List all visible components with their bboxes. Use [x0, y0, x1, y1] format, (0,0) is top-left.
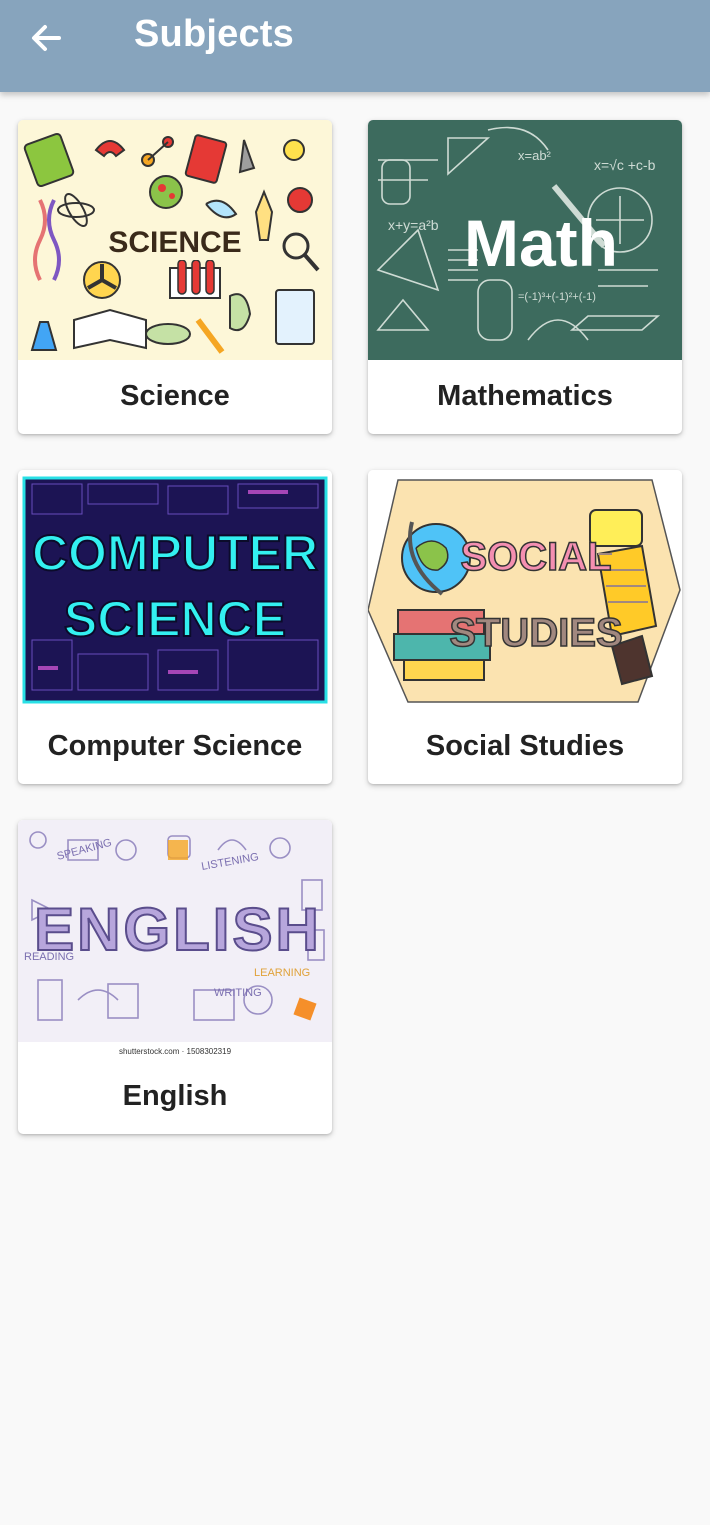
subject-label: Science	[120, 380, 230, 412]
subject-label: Social Studies	[425, 730, 625, 762]
svg-text:x=ab²: x=ab²	[518, 148, 552, 163]
subject-label: Computer Science	[47, 730, 303, 762]
english-image: SPEAKING LISTENING READING LEARNING WRIT…	[18, 820, 332, 1060]
svg-text:x+y=a²b: x+y=a²b	[388, 217, 439, 233]
english-image-text: ENGLISH	[34, 896, 322, 963]
science-image: SCIENCE	[18, 120, 332, 360]
subject-card-computer-science[interactable]: COMPUTER SCIENCE Computer Science	[18, 470, 332, 784]
subject-card-mathematics[interactable]: x+y=a²b x=ab² x=√c +c-b =(-1)³+(-1)²+(-1…	[368, 120, 682, 434]
ss-image-text-2: STUDIES	[449, 611, 622, 655]
subject-card-science[interactable]: SCIENCE Science	[18, 120, 332, 434]
computer-science-image: COMPUTER SCIENCE	[18, 470, 332, 710]
math-image-text: Math	[464, 206, 618, 280]
subject-card-social-studies[interactable]: SOCIAL STUDIES Social Studies	[368, 470, 682, 784]
social-studies-image: SOCIAL STUDIES	[368, 470, 682, 710]
svg-text:LEARNING: LEARNING	[254, 967, 310, 979]
subject-label: English	[122, 1080, 228, 1112]
cs-image-text-2: SCIENCE	[64, 591, 286, 647]
english-image-caption: shutterstock.com · 1508302319	[119, 1047, 232, 1056]
back-button[interactable]	[22, 14, 70, 62]
page-title: Subjects	[134, 13, 294, 55]
subject-card-english[interactable]: SPEAKING LISTENING READING LEARNING WRIT…	[18, 820, 332, 1134]
svg-text:x=√c +c-b: x=√c +c-b	[594, 157, 656, 173]
arrow-left-icon	[32, 25, 61, 51]
mathematics-image: x+y=a²b x=ab² x=√c +c-b =(-1)³+(-1)²+(-1…	[368, 120, 682, 360]
ss-image-text-1: SOCIAL	[460, 535, 611, 579]
app-bar: Subjects	[0, 0, 710, 92]
svg-text:=(-1)³+(-1)²+(-1): =(-1)³+(-1)²+(-1)	[518, 291, 596, 303]
cs-image-text-1: COMPUTER	[32, 525, 318, 581]
svg-text:WRITING: WRITING	[214, 987, 262, 999]
science-image-text: SCIENCE	[108, 226, 241, 259]
subject-label: Mathematics	[437, 380, 613, 412]
